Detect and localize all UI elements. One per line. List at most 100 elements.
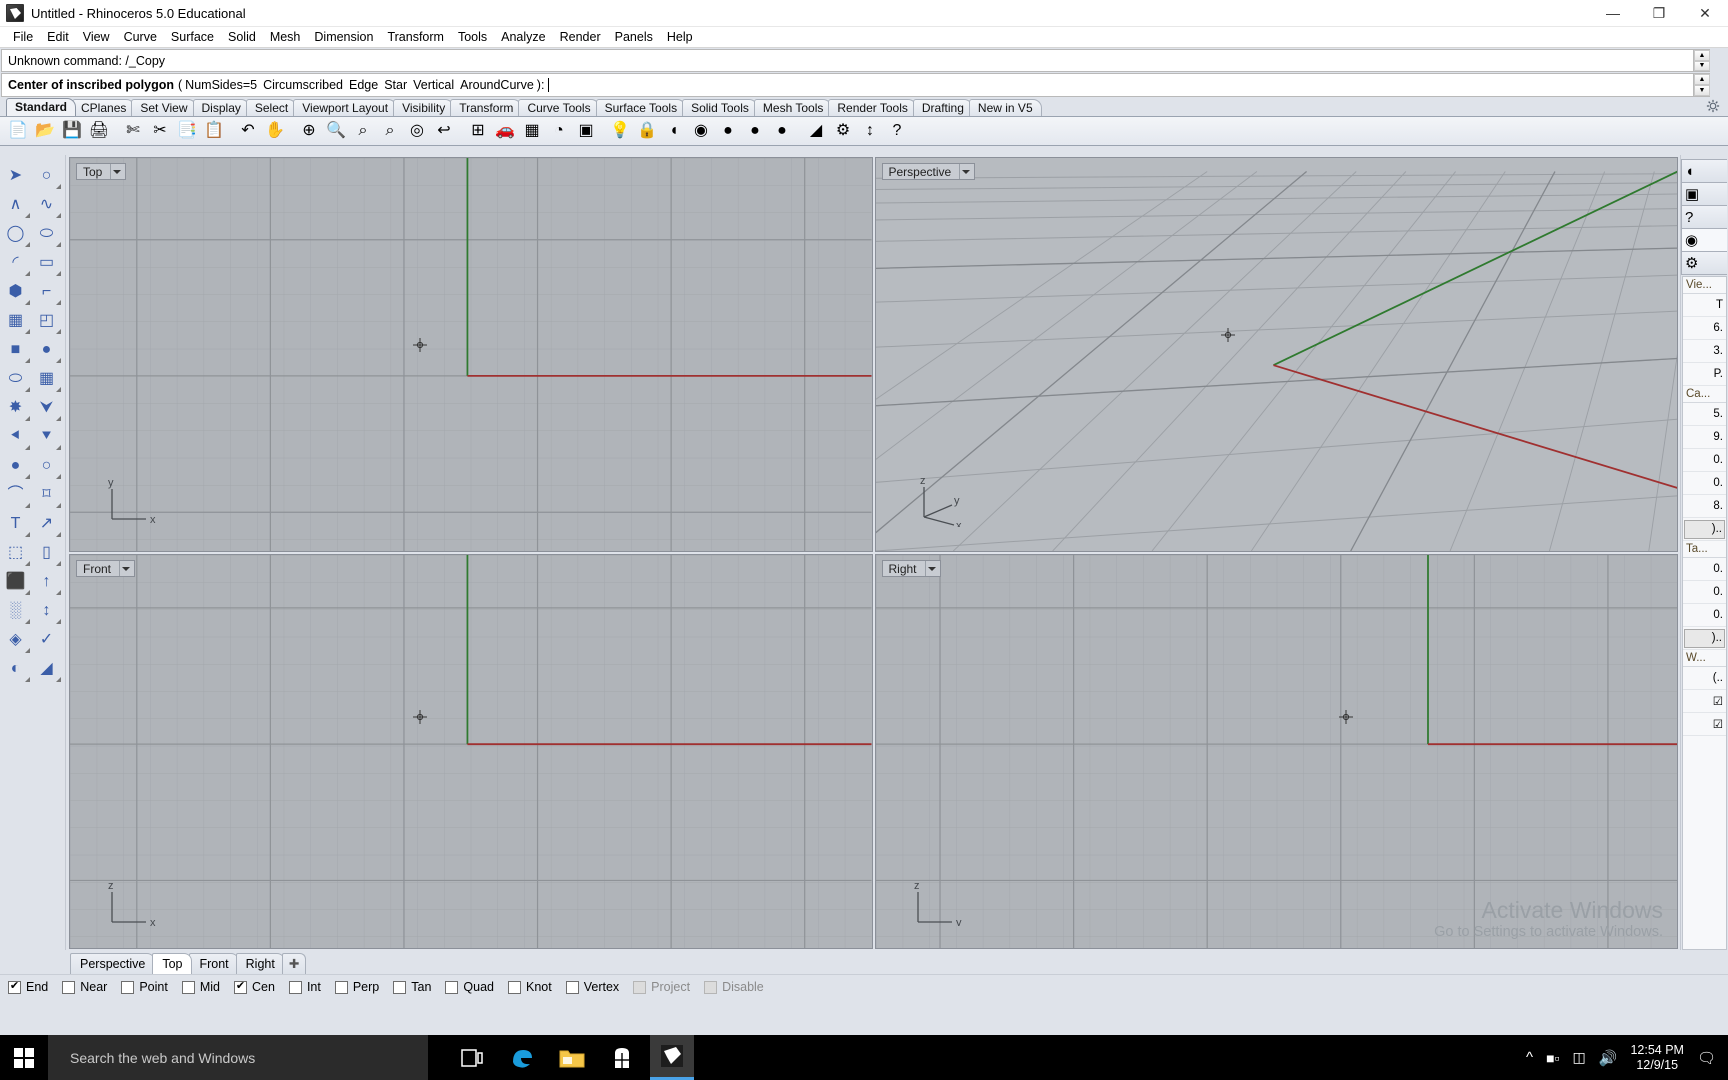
trim-tool[interactable]: ⯇ — [0, 422, 31, 451]
properties-icon[interactable]: ▣ — [573, 118, 599, 144]
windows-logo-icon[interactable] — [0, 1035, 48, 1080]
layers-tool[interactable]: ● — [0, 451, 31, 480]
perspective-viewport[interactable]: z y x Perspective — [875, 157, 1679, 552]
viewport-tab-perspective[interactable]: Perspective — [70, 953, 155, 974]
osnap-point-checkbox[interactable] — [121, 981, 134, 994]
menu-item-panels[interactable]: Panels — [608, 29, 660, 45]
render-tab[interactable]: ◖ — [1681, 159, 1727, 183]
osnap-near[interactable]: Near — [62, 980, 107, 994]
color-wheel-tab[interactable]: ◉ — [1681, 228, 1727, 252]
undo-icon[interactable]: ↶ — [235, 118, 261, 144]
toolbar-tab-viewport-layout[interactable]: Viewport Layout — [293, 99, 397, 116]
osnap-int-checkbox[interactable] — [289, 981, 302, 994]
flyout-corner-indicator[interactable] — [56, 503, 61, 508]
network-icon[interactable]: ◫ — [1573, 1049, 1586, 1066]
settings-gear-tab[interactable]: ⚙ — [1681, 251, 1727, 275]
osnap-near-checkbox[interactable] — [62, 981, 75, 994]
toolbar-tab-display[interactable]: Display — [193, 99, 250, 116]
flyout-corner-indicator[interactable] — [56, 358, 61, 363]
flyout-corner-indicator[interactable] — [25, 532, 30, 537]
mesh-tools-tool[interactable]: ◈ — [0, 625, 31, 654]
menu-item-analyze[interactable]: Analyze — [494, 29, 552, 45]
point-tool[interactable]: ○ — [31, 161, 62, 190]
toolbar-tab-curve-tools[interactable]: Curve Tools — [518, 99, 599, 116]
undo-view-change-icon[interactable]: ↩ — [431, 118, 457, 144]
flyout-corner-indicator[interactable] — [56, 300, 61, 305]
osnap-quad-checkbox[interactable] — [445, 981, 458, 994]
task-view-icon[interactable] — [450, 1035, 494, 1080]
osnap-perp[interactable]: Perp — [335, 980, 379, 994]
close-button[interactable]: ✕ — [1682, 0, 1728, 27]
dimension-leader-tool[interactable]: ↗ — [31, 509, 62, 538]
arc-tool[interactable]: ◜ — [0, 248, 31, 277]
rectangular-array-tool[interactable]: ░ — [0, 596, 31, 625]
volume-icon[interactable]: 🔊 — [1599, 1049, 1618, 1067]
flyout-corner-indicator[interactable] — [25, 358, 30, 363]
render-preview-icon[interactable]: ▦ — [519, 118, 545, 144]
flyout-corner-indicator[interactable] — [25, 590, 30, 595]
flyout-corner-indicator[interactable] — [56, 619, 61, 624]
right-viewport-label[interactable]: Right — [882, 560, 941, 577]
right-panel-row[interactable]: 0. — [1683, 581, 1726, 604]
render-tools-tool[interactable]: ◐ — [0, 654, 31, 683]
flyout-corner-indicator[interactable] — [56, 271, 61, 276]
menu-item-transform[interactable]: Transform — [380, 29, 451, 45]
flyout-corner-indicator[interactable] — [25, 474, 30, 479]
osnap-vertex-checkbox[interactable] — [566, 981, 579, 994]
copy-icon[interactable]: 📑 — [174, 118, 200, 144]
flyout-corner-indicator[interactable] — [56, 387, 61, 392]
osnap-project[interactable]: Project — [633, 980, 690, 994]
command-option-star[interactable]: Star — [384, 78, 407, 92]
curve-fair-tool[interactable]: ⌑ — [31, 480, 62, 509]
mirror-tool[interactable]: ▯ — [31, 538, 62, 567]
menu-item-mesh[interactable]: Mesh — [263, 29, 308, 45]
menu-item-edit[interactable]: Edit — [40, 29, 76, 45]
perspective-viewport-label[interactable]: Perspective — [882, 163, 976, 180]
explode-tool[interactable]: ⮟ — [31, 393, 62, 422]
extrude-surface-tool[interactable]: ↑ — [31, 567, 62, 596]
menu-item-solid[interactable]: Solid — [221, 29, 263, 45]
toolbar-tab-surface-tools[interactable]: Surface Tools — [596, 99, 687, 116]
right-panel-row[interactable]: 3. — [1683, 340, 1726, 363]
cmd-scroll-up-arrow[interactable]: ▲ — [1694, 74, 1710, 85]
flyout-corner-indicator[interactable] — [25, 271, 30, 276]
zoom-extents-icon[interactable]: ◎ — [404, 118, 430, 144]
surface-edge-curves-tool[interactable]: ◰ — [31, 306, 62, 335]
right-panel-row[interactable]: 0. — [1683, 558, 1726, 581]
flyout-corner-indicator[interactable] — [56, 213, 61, 218]
zoom-in-out-icon[interactable]: 🔍 — [323, 118, 349, 144]
lock-icon[interactable]: 🔒 — [634, 118, 660, 144]
toolbar-tab-drafting[interactable]: Drafting — [913, 99, 973, 116]
cmd-scroll-down-arrow[interactable]: ▼ — [1694, 85, 1710, 96]
dimension-icon[interactable]: ↕ — [857, 118, 883, 144]
flyout-corner-indicator[interactable] — [56, 242, 61, 247]
polyline-tool[interactable]: ∧ — [0, 190, 31, 219]
file-explorer-icon[interactable] — [550, 1035, 594, 1080]
surface-from-network-tool[interactable]: ▦ — [31, 364, 62, 393]
right-panel-row[interactable]: 6. — [1683, 317, 1726, 340]
zoom-selected-icon[interactable]: ⌕ — [377, 118, 403, 144]
toolbar-tab-set-view[interactable]: Set View — [131, 99, 196, 116]
right-panel-row[interactable]: P. — [1683, 363, 1726, 386]
color-wheel-icon[interactable]: ◉ — [688, 118, 714, 144]
flyout-corner-indicator[interactable] — [25, 648, 30, 653]
extrude-solid-tool[interactable]: ⬛ — [0, 567, 31, 596]
flyout-corner-indicator[interactable] — [25, 561, 30, 566]
select-arrow-tool[interactable]: ➤ — [0, 161, 31, 190]
perspective-viewport-dropdown-arrow[interactable] — [959, 164, 972, 179]
right-panel-properties[interactable]: Vie...T6.3.P.Ca...5.9.0.0.8.)..Ta...0.0.… — [1682, 276, 1727, 950]
curve-from-object-tool[interactable]: ⌒ — [0, 480, 31, 509]
cylinder-solid-tool[interactable]: ⬭ — [0, 364, 31, 393]
array-tool[interactable]: ⬚ — [0, 538, 31, 567]
print-icon[interactable]: 🖨 — [86, 118, 112, 144]
right-panel-row[interactable]: 0. — [1683, 604, 1726, 627]
toolbar-tab-mesh-tools[interactable]: Mesh Tools — [754, 99, 832, 116]
menu-item-tools[interactable]: Tools — [451, 29, 494, 45]
scroll-down-arrow[interactable]: ▼ — [1694, 61, 1710, 72]
four-viewport-icon[interactable]: ⊞ — [465, 118, 491, 144]
sphere-solid-tool[interactable]: ● — [31, 335, 62, 364]
osnap-point[interactable]: Point — [121, 980, 168, 994]
rotate-view-icon[interactable]: ⊕ — [296, 118, 322, 144]
box-solid-tool[interactable]: ■ — [0, 335, 31, 364]
command-option-circumscribed[interactable]: Circumscribed — [263, 78, 343, 92]
